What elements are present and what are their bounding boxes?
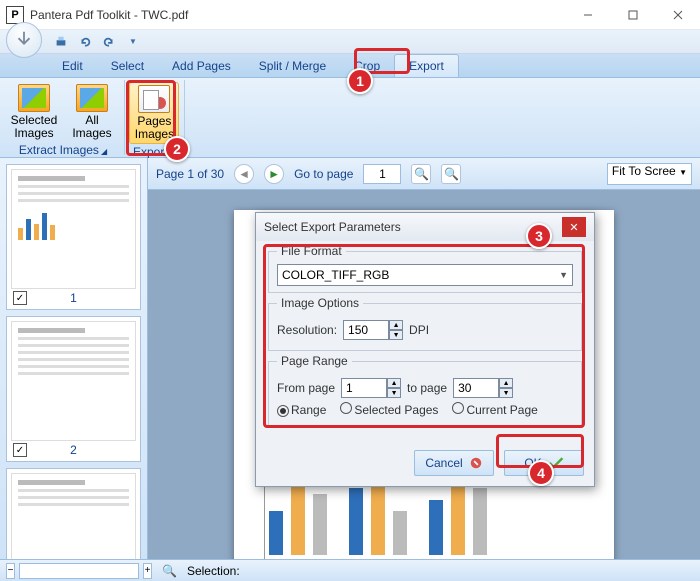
- ribbon-group-extract-images: Selected Images All Images Extract Image…: [2, 80, 125, 155]
- zoom-in-button[interactable]: 🔍: [441, 164, 461, 184]
- selected-images-icon: [18, 84, 50, 112]
- tab-split-merge[interactable]: Split / Merge: [245, 54, 340, 77]
- goto-page-input[interactable]: [363, 164, 401, 184]
- spin-down-icon[interactable]: ▼: [389, 330, 403, 340]
- cancel-icon: [469, 456, 483, 470]
- thumbnail-item[interactable]: ✓ 3: [6, 468, 141, 559]
- quick-access-toolbar: ▼: [0, 30, 700, 54]
- file-format-label: File Format: [277, 244, 346, 258]
- dialog-title: Select Export Parameters: [264, 220, 401, 234]
- titlebar: P Pantera Pdf Toolkit - TWC.pdf: [0, 0, 700, 30]
- callout-3: 3: [526, 223, 552, 249]
- undo-icon[interactable]: [76, 33, 94, 51]
- selection-label: Selection:: [187, 564, 240, 578]
- tab-select[interactable]: Select: [97, 54, 158, 77]
- page-range-label: Page Range: [277, 354, 352, 368]
- pager-toolbar: Page 1 of 30 ◄ ► Go to page 🔍 🔍 Fit To S…: [148, 158, 700, 190]
- thumb-search-input[interactable]: [19, 563, 139, 579]
- print-icon[interactable]: [52, 33, 70, 51]
- tab-edit[interactable]: Edit: [48, 54, 97, 77]
- to-page-label: to page: [407, 381, 447, 395]
- spin-up-icon[interactable]: ▲: [389, 320, 403, 330]
- image-options-fieldset: Image Options Resolution: ▲▼ DPI: [268, 303, 582, 351]
- file-format-fieldset: File Format COLOR_TIFF_RGB ▼: [268, 251, 582, 293]
- thumbnail-number: 2: [11, 443, 136, 457]
- callout-4: 4: [528, 460, 554, 486]
- label: Images: [72, 127, 111, 140]
- search-icon[interactable]: 🔍: [162, 564, 177, 578]
- next-page-button[interactable]: ►: [264, 164, 284, 184]
- zoom-out-button[interactable]: 🔍: [411, 164, 431, 184]
- thumbnails-panel[interactable]: ✓ 1 ✓ 2 ✓ 3: [0, 158, 148, 559]
- chevron-down-icon: ▼: [559, 270, 568, 280]
- all-images-icon: [76, 84, 108, 112]
- thumbnail-item[interactable]: ✓ 1: [6, 164, 141, 310]
- to-page-spinner[interactable]: ▲▼: [453, 378, 513, 398]
- thumbnail-checkbox[interactable]: ✓: [13, 443, 27, 457]
- selected-pages-radio[interactable]: Selected Pages: [340, 402, 438, 417]
- resolution-spinner[interactable]: ▲▼: [343, 320, 403, 340]
- callout-1: 1: [347, 68, 373, 94]
- pages-images-icon: [138, 85, 170, 113]
- spin-up-icon[interactable]: ▲: [499, 378, 513, 388]
- selected-images-button[interactable]: Selected Images: [6, 82, 62, 142]
- qat-dropdown-icon[interactable]: ▼: [124, 33, 142, 51]
- maximize-button[interactable]: [610, 1, 655, 29]
- spin-down-icon[interactable]: ▼: [387, 388, 401, 398]
- label: Images: [14, 127, 53, 140]
- spin-down-icon[interactable]: ▼: [499, 388, 513, 398]
- all-images-button[interactable]: All Images: [64, 82, 120, 142]
- minimize-button[interactable]: [565, 1, 610, 29]
- page-range-fieldset: Page Range From page ▲▼ to page ▲▼ Range: [268, 361, 582, 428]
- callout-2: 2: [164, 136, 190, 162]
- pages-images-button[interactable]: Pages Images: [129, 82, 179, 144]
- window-title: Pantera Pdf Toolkit - TWC.pdf: [30, 8, 565, 22]
- thumbnail-item[interactable]: ✓ 2: [6, 316, 141, 462]
- close-button[interactable]: [655, 1, 700, 29]
- dialog-close-button[interactable]: ✕: [562, 217, 586, 237]
- to-page-input[interactable]: [453, 378, 499, 398]
- tab-add-pages[interactable]: Add Pages: [158, 54, 245, 77]
- group-label: Extract Images◢: [15, 142, 111, 158]
- export-parameters-dialog: Select Export Parameters ✕ File Format C…: [255, 212, 595, 487]
- combo-value: COLOR_TIFF_RGB: [282, 268, 389, 282]
- prev-page-button[interactable]: ◄: [234, 164, 254, 184]
- app-menu-button[interactable]: [6, 22, 42, 58]
- redo-icon[interactable]: [100, 33, 118, 51]
- thumb-zoom-in-icon[interactable]: +: [143, 563, 152, 579]
- from-page-label: From page: [277, 381, 335, 395]
- thumbnail-number: 1: [11, 291, 136, 305]
- file-format-combo[interactable]: COLOR_TIFF_RGB ▼: [277, 264, 573, 286]
- cancel-button[interactable]: Cancel: [414, 450, 494, 476]
- thumb-zoom-out-icon[interactable]: −: [6, 563, 15, 579]
- goto-label: Go to page: [294, 167, 353, 181]
- label: Cancel: [425, 456, 462, 470]
- spin-up-icon[interactable]: ▲: [387, 378, 401, 388]
- app-icon: P: [6, 6, 24, 24]
- image-options-label: Image Options: [277, 296, 363, 310]
- tab-export[interactable]: Export: [394, 54, 459, 77]
- thumbnail-checkbox[interactable]: ✓: [13, 291, 27, 305]
- dpi-label: DPI: [409, 323, 429, 337]
- resolution-label: Resolution:: [277, 323, 337, 337]
- range-radio[interactable]: Range: [277, 403, 326, 417]
- current-page-radio[interactable]: Current Page: [452, 402, 537, 417]
- resolution-input[interactable]: [343, 320, 389, 340]
- status-bar: − + 🔍 Selection:: [0, 559, 700, 581]
- from-page-input[interactable]: [341, 378, 387, 398]
- from-page-spinner[interactable]: ▲▼: [341, 378, 401, 398]
- page-indicator: Page 1 of 30: [156, 167, 224, 181]
- zoom-fit-select[interactable]: Fit To Scree ▼: [607, 163, 692, 185]
